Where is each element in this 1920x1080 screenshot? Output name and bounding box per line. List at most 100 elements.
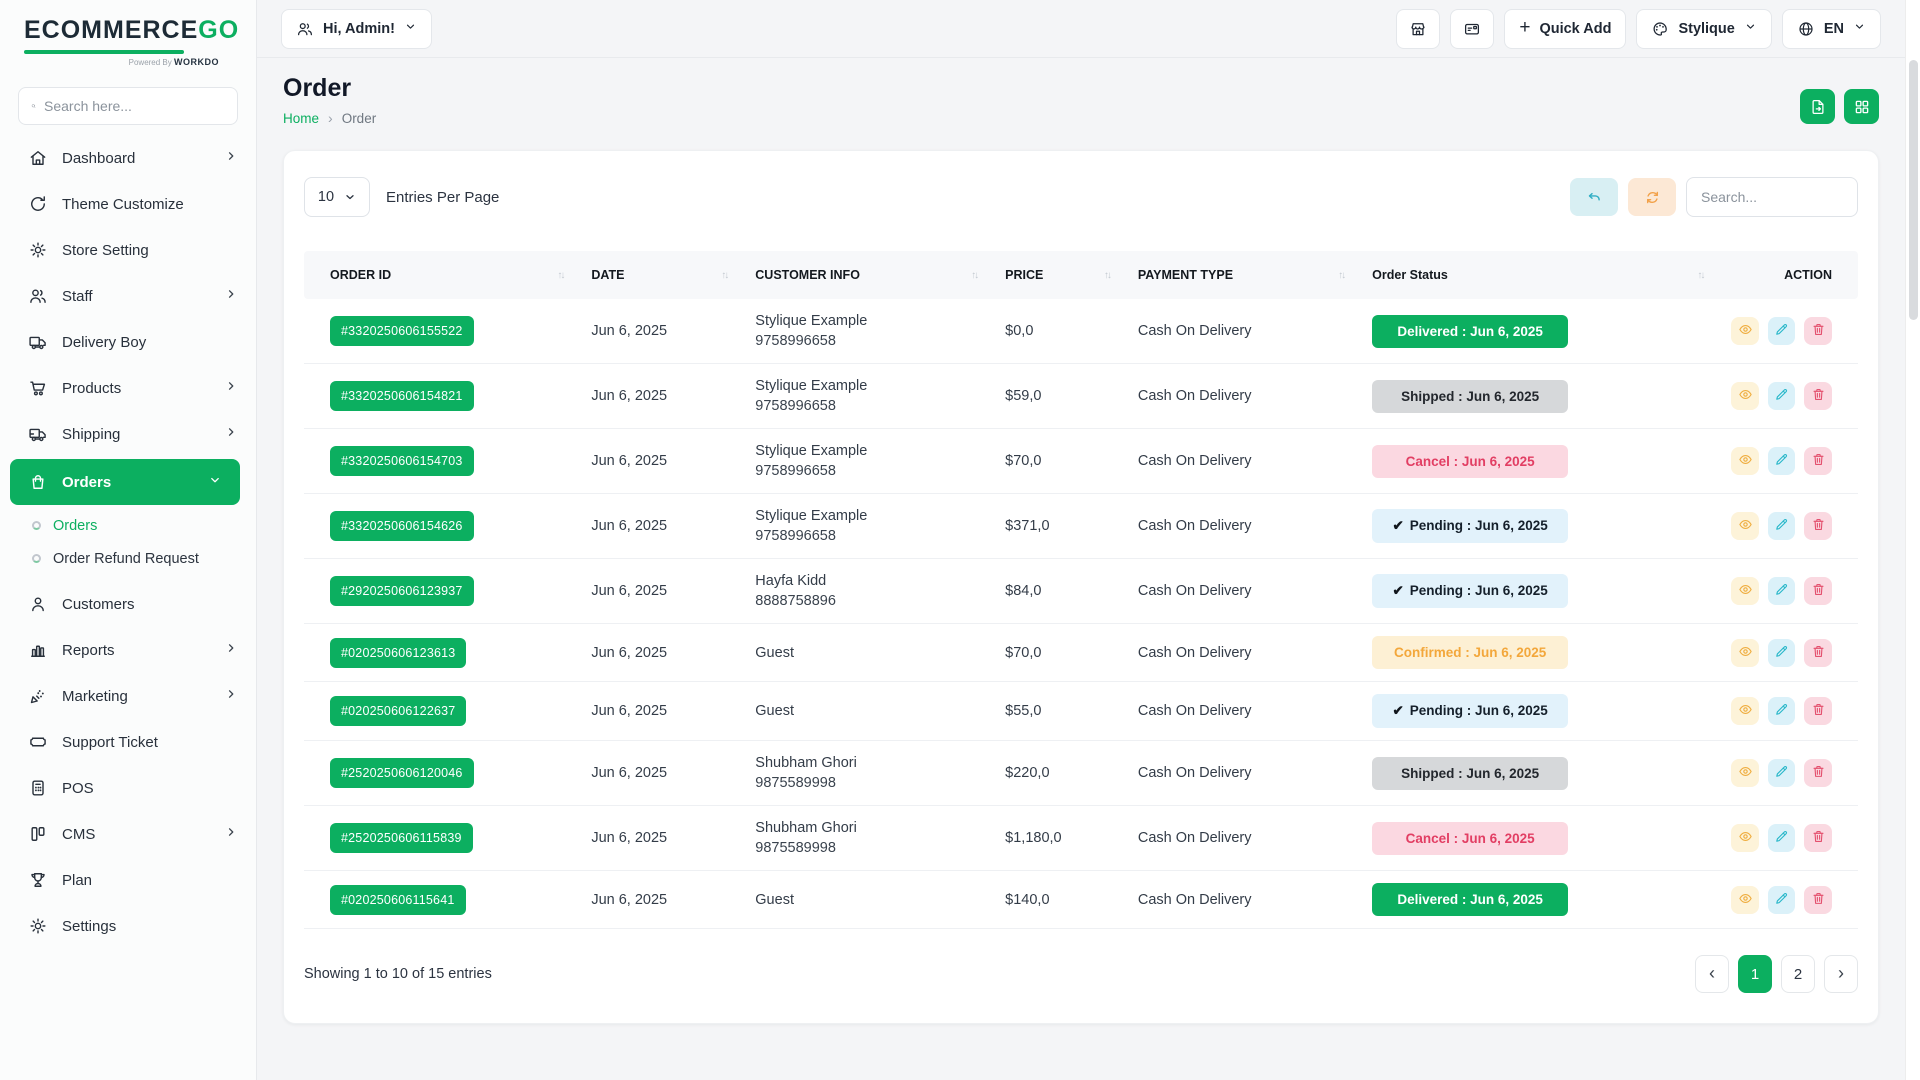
sidebar-item-theme-customize[interactable]: Theme Customize (0, 181, 256, 227)
customer-phone: 8888758896 (755, 591, 977, 611)
page-head-actions (1800, 89, 1879, 124)
view-order-button[interactable] (1731, 317, 1759, 345)
sidebar-search-input[interactable] (44, 98, 225, 114)
view-order-button[interactable] (1731, 382, 1759, 410)
column-header-order-id[interactable]: ORDER ID↑↓ (304, 251, 577, 299)
sidebar-item-delivery-boy[interactable]: Delivery Boy (0, 319, 256, 365)
delete-order-button[interactable] (1804, 824, 1832, 852)
edit-order-button[interactable] (1768, 382, 1796, 410)
sort-icon[interactable]: ↑↓ (1104, 270, 1110, 281)
view-order-button[interactable] (1731, 886, 1759, 914)
edit-order-button[interactable] (1768, 759, 1796, 787)
sidebar-subitem-order-refund-request[interactable]: Order Refund Request (0, 542, 256, 575)
sort-icon[interactable]: ↑↓ (1697, 270, 1703, 281)
date-cell: Jun 6, 2025 (577, 429, 741, 494)
sort-icon[interactable]: ↑↓ (1338, 270, 1344, 281)
column-header-price[interactable]: PRICE↑↓ (991, 251, 1124, 299)
order-id-badge[interactable]: #2920250606123937 (330, 576, 474, 606)
pagination-next-button[interactable]: › (1824, 955, 1858, 993)
sidebar-item-customers[interactable]: Customers (0, 581, 256, 627)
delete-order-button[interactable] (1804, 382, 1832, 410)
sidebar-item-staff[interactable]: Staff (0, 273, 256, 319)
edit-order-button[interactable] (1768, 577, 1796, 605)
order-id-badge[interactable]: #020250606123613 (330, 638, 466, 668)
view-order-button[interactable] (1731, 697, 1759, 725)
view-order-button[interactable] (1731, 824, 1759, 852)
order-id-badge[interactable]: #3320250606154626 (330, 511, 474, 541)
refresh-button[interactable] (1628, 178, 1676, 216)
order-id-badge[interactable]: #3320250606155522 (330, 316, 474, 346)
sort-icon[interactable]: ↑↓ (557, 270, 563, 281)
column-header-customer-info[interactable]: CUSTOMER INFO↑↓ (741, 251, 991, 299)
export-button[interactable] (1800, 89, 1835, 124)
pagination-page-1[interactable]: 1 (1738, 955, 1772, 993)
delete-order-button[interactable] (1804, 317, 1832, 345)
scrollbar[interactable] (1905, 0, 1920, 1080)
powered-by: Powered By WORKDO (24, 57, 219, 67)
order-id-badge[interactable]: #3320250606154703 (330, 446, 474, 476)
sidebar-item-marketing[interactable]: Marketing (0, 673, 256, 719)
order-id-badge[interactable]: #2520250606120046 (330, 758, 474, 788)
view-order-button[interactable] (1731, 577, 1759, 605)
delete-order-button[interactable] (1804, 447, 1832, 475)
mail-button[interactable] (1450, 9, 1494, 49)
column-header-order-status[interactable]: Order Status↑↓ (1358, 251, 1717, 299)
edit-order-button[interactable] (1768, 697, 1796, 725)
entries-per-page-select[interactable]: 10 (304, 177, 370, 217)
sidebar-item-orders[interactable]: Orders (10, 459, 240, 505)
sidebar-item-shipping[interactable]: Shipping (0, 411, 256, 457)
column-header-payment-type[interactable]: PAYMENT TYPE↑↓ (1124, 251, 1358, 299)
page-head: Order Home › Order (283, 74, 1879, 126)
pagination-prev-button[interactable]: ‹ (1695, 955, 1729, 993)
delete-order-button[interactable] (1804, 639, 1832, 667)
admin-menu-button[interactable]: Hi, Admin! (281, 9, 432, 49)
sidebar-item-support-ticket[interactable]: Support Ticket (0, 719, 256, 765)
delete-order-button[interactable] (1804, 512, 1832, 540)
delete-order-button[interactable] (1804, 886, 1832, 914)
table-search-input[interactable] (1686, 177, 1858, 217)
edit-order-button[interactable] (1768, 447, 1796, 475)
order-id-badge[interactable]: #2520250606115839 (330, 823, 473, 853)
view-order-button[interactable] (1731, 639, 1759, 667)
sidebar-item-products[interactable]: Products (0, 365, 256, 411)
language-switcher-button[interactable]: EN (1782, 9, 1881, 49)
sort-icon[interactable]: ↑↓ (971, 270, 977, 281)
order-id-badge[interactable]: #3320250606154821 (330, 381, 474, 411)
order-id-badge[interactable]: #020250606122637 (330, 696, 466, 726)
sidebar-item-label: CMS (62, 826, 210, 843)
quick-add-button[interactable]: + Quick Add (1504, 9, 1626, 49)
breadcrumb-home-link[interactable]: Home (283, 111, 319, 126)
sidebar-search[interactable] (18, 87, 238, 125)
delete-order-button[interactable] (1804, 697, 1832, 725)
order-id-badge[interactable]: #020250606115641 (330, 885, 466, 915)
sidebar-item-cms[interactable]: CMS (0, 811, 256, 857)
sidebar-item-reports[interactable]: Reports (0, 627, 256, 673)
view-order-button[interactable] (1731, 759, 1759, 787)
pagination-page-2[interactable]: 2 (1781, 955, 1815, 993)
sidebar-item-dashboard[interactable]: Dashboard (0, 135, 256, 181)
theme-switcher-button[interactable]: Stylique (1636, 9, 1771, 49)
delete-order-button[interactable] (1804, 577, 1832, 605)
action-cell (1717, 624, 1858, 682)
undo-button[interactable] (1570, 178, 1618, 216)
view-order-button[interactable] (1731, 512, 1759, 540)
table-controls: 10 Entries Per Page (284, 151, 1878, 217)
sidebar-subitem-orders[interactable]: Orders (0, 509, 256, 542)
delete-order-button[interactable] (1804, 759, 1832, 787)
view-order-button[interactable] (1731, 447, 1759, 475)
storefront-button[interactable] (1396, 9, 1440, 49)
edit-order-button[interactable] (1768, 639, 1796, 667)
sidebar-item-settings[interactable]: Settings (0, 903, 256, 949)
column-header-date[interactable]: DATE↑↓ (577, 251, 741, 299)
edit-order-button[interactable] (1768, 512, 1796, 540)
grid-view-button[interactable] (1844, 89, 1879, 124)
chevron-down-icon (344, 191, 356, 203)
edit-order-button[interactable] (1768, 317, 1796, 345)
scrollbar-thumb[interactable] (1909, 60, 1918, 320)
sidebar-item-plan[interactable]: Plan (0, 857, 256, 903)
edit-order-button[interactable] (1768, 886, 1796, 914)
sidebar-item-store-setting[interactable]: Store Setting (0, 227, 256, 273)
edit-order-button[interactable] (1768, 824, 1796, 852)
sidebar-item-pos[interactable]: POS (0, 765, 256, 811)
sort-icon[interactable]: ↑↓ (721, 270, 727, 281)
